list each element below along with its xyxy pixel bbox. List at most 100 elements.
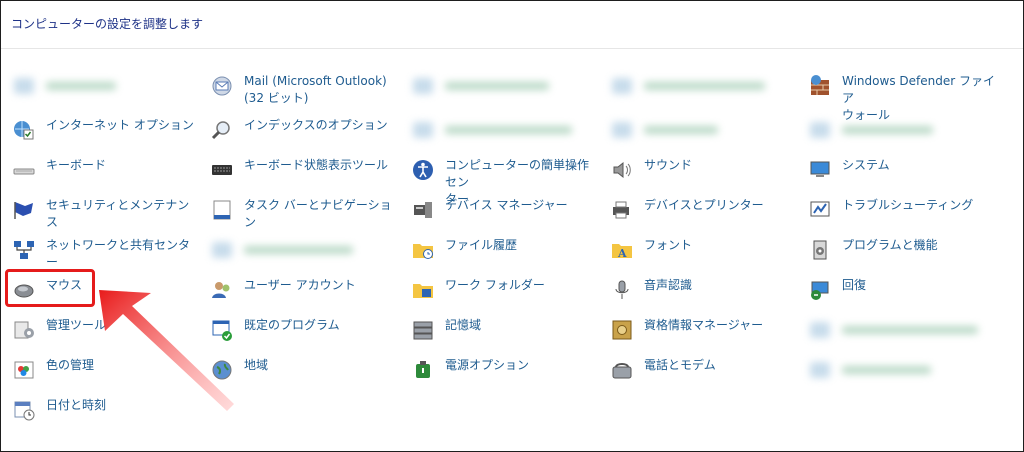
control-panel-item[interactable]: 回復 [807, 277, 997, 313]
control-panel-item[interactable]: 色の管理 [11, 357, 201, 393]
control-panel-item[interactable]: システム [807, 157, 997, 193]
blurred-item [609, 117, 799, 153]
blurred-label [46, 82, 116, 90]
monitor-icon [807, 157, 833, 183]
item-label: セキュリティとメンテナンス [46, 198, 190, 229]
control-panel-item[interactable]: セキュリティとメンテナンス [11, 197, 201, 233]
blurred-icon [209, 237, 235, 263]
admin-tools-icon [11, 317, 37, 343]
item-label: マウス [46, 278, 83, 292]
item-label: キーボード状態表示ツール [244, 158, 389, 172]
item-label: 資格情報マネージャー [644, 318, 764, 332]
item-label: Mail (Microsoft Outlook) (32 ビット) [244, 74, 387, 105]
item-label: インデックスのオプション [244, 118, 388, 132]
control-panel-item[interactable]: インターネット オプション [11, 117, 201, 153]
control-panel-item[interactable]: ワーク フォルダー [410, 277, 600, 313]
control-panel-item[interactable]: キーボード状態表示ツール [209, 157, 399, 193]
item-label: フォント [644, 238, 693, 252]
users-icon [209, 277, 235, 303]
control-panel-item[interactable]: タスク バーとナビゲーション [209, 197, 399, 233]
blurred-icon [410, 117, 436, 143]
control-panel-item[interactable]: コンピューターの簡単操作セン ター [410, 157, 600, 206]
blurred-item [807, 317, 997, 353]
control-panel-item[interactable]: プログラムと機能 [807, 237, 997, 273]
control-panel-item[interactable]: ユーザー アカウント [209, 277, 399, 313]
control-panel-item[interactable]: 電源オプション [410, 357, 600, 393]
item-label: サウンド [644, 158, 693, 172]
control-panel-item[interactable]: ネットワークと共有センター [11, 237, 201, 273]
item-label: 地域 [244, 358, 269, 372]
microphone-icon [609, 277, 635, 303]
blurred-label [445, 82, 549, 90]
blurred-label [644, 82, 765, 90]
blurred-label [842, 366, 931, 374]
page-title: コンピューターの設定を調整します [11, 17, 204, 31]
blurred-item [609, 73, 799, 109]
header-divider [1, 48, 1023, 49]
speaker-icon [609, 157, 635, 183]
blurred-label [445, 126, 572, 134]
taskbar-icon [209, 197, 235, 223]
item-label: ファイル履歴 [445, 238, 518, 252]
item-label: デバイスとプリンター [644, 198, 764, 212]
blurred-icon [609, 117, 635, 143]
item-label: プログラムと機能 [842, 238, 938, 252]
item-label: ユーザー アカウント [244, 278, 356, 292]
blurred-label [842, 326, 978, 334]
fonts-folder-icon: A [609, 237, 635, 263]
keyboard-status-icon [209, 157, 235, 183]
storage-icon [410, 317, 436, 343]
network-icon [11, 237, 37, 263]
control-panel-item[interactable]: デバイス マネージャー [410, 197, 600, 233]
blurred-icon [609, 73, 635, 99]
recovery-icon [807, 277, 833, 303]
blurred-item [410, 73, 600, 109]
blurred-icon [410, 73, 436, 99]
control-panel-item[interactable]: 資格情報マネージャー [609, 317, 799, 353]
control-panel-item[interactable]: 記憶域 [410, 317, 600, 353]
power-icon [410, 357, 436, 383]
control-panel-item[interactable]: 地域 [209, 357, 399, 393]
blurred-item [807, 357, 997, 393]
blurred-item [807, 117, 997, 153]
item-label: 回復 [842, 278, 867, 292]
control-panel-item[interactable]: 既定のプログラム [209, 317, 399, 353]
programs-features-icon [807, 237, 833, 263]
item-label: キーボード [46, 158, 107, 172]
blurred-item [410, 117, 600, 153]
blurred-item [209, 237, 399, 273]
control-panel-item[interactable]: 電話とモデム [609, 357, 799, 393]
control-panel-item[interactable]: 音声認識 [609, 277, 799, 313]
default-programs-icon [209, 317, 235, 343]
control-panel-item[interactable]: トラブルシューティング [807, 197, 997, 233]
item-label: トラブルシューティング [842, 198, 974, 212]
item-label: デバイス マネージャー [445, 198, 568, 212]
control-panel-item[interactable]: ファイル履歴 [410, 237, 600, 273]
item-label: 電話とモデム [644, 358, 716, 372]
control-panel-item[interactable]: A フォント [609, 237, 799, 273]
magnifier-icon [209, 117, 235, 143]
firewall-icon [807, 73, 833, 99]
credential-vault-icon [609, 317, 635, 343]
item-label: 記憶域 [445, 318, 482, 332]
control-panel-item[interactable]: Windows Defender ファイア ウォール [807, 73, 997, 122]
control-panel-item[interactable]: 日付と時刻 [11, 397, 201, 433]
blurred-label [842, 126, 933, 134]
control-panel-item[interactable]: サウンド [609, 157, 799, 193]
item-label: 音声認識 [644, 278, 693, 292]
troubleshoot-icon [807, 197, 833, 223]
control-panel-item[interactable]: デバイスとプリンター [609, 197, 799, 233]
printer-icon [609, 197, 635, 223]
item-label: タスク バーとナビゲーション [244, 198, 392, 229]
blurred-label [244, 246, 353, 254]
blurred-icon [11, 73, 37, 99]
control-panel-item[interactable]: キーボード [11, 157, 201, 193]
flag-icon [11, 197, 37, 223]
control-panel-item[interactable]: インデックスのオプション [209, 117, 399, 153]
control-panel-item[interactable]: Mail (Microsoft Outlook) (32 ビット) [209, 73, 399, 109]
mouse-icon [11, 277, 37, 303]
control-panel-item[interactable]: 管理ツール [11, 317, 201, 353]
item-label: 色の管理 [46, 358, 95, 372]
control-panel-item[interactable]: マウス [11, 277, 201, 313]
control-panel-window: コンピューターの設定を調整します インターネット オプションキーボードセキュリテ… [0, 0, 1024, 452]
